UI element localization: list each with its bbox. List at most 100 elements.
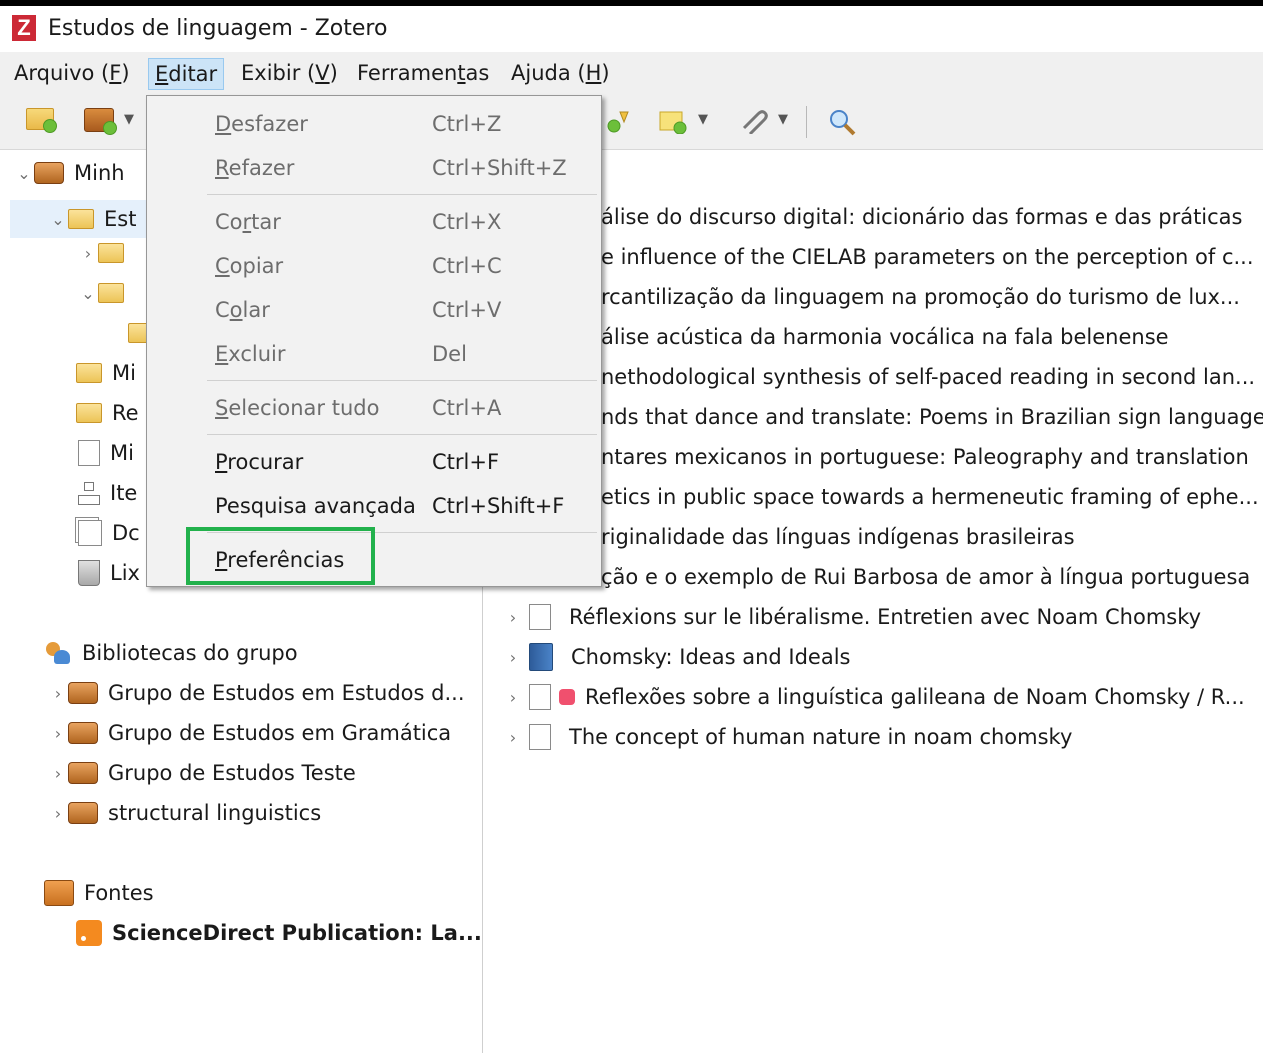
item-row[interactable]: e influence of the CIELAB parameters on … [601, 238, 1254, 276]
folder-icon [76, 403, 102, 423]
menuitem-label-end: opiar [229, 254, 284, 278]
item-row[interactable]: › Chomsky: Ideas and Ideals [503, 638, 850, 676]
tree-label: Est [104, 207, 137, 231]
tree-label: Mi [110, 441, 134, 465]
menu-ferramentas[interactable]: Ferramentas [351, 58, 495, 90]
item-row[interactable]: nethodological synthesis of self-paced r… [601, 358, 1255, 396]
menuitem-pesquisa-avancada[interactable]: Pesquisa avançada Ctrl+Shift+F [147, 486, 601, 526]
menuitem-selecionar-tudo[interactable]: Selecionar tudo Ctrl+A [147, 388, 601, 428]
menu-arquivo[interactable]: Arquivo (F) [8, 58, 136, 90]
add-by-identifier-icon[interactable] [606, 108, 636, 134]
chevron-right-icon[interactable]: › [48, 764, 68, 783]
tree-label: Fontes [84, 881, 154, 905]
tree-group[interactable]: › structural linguistics [48, 794, 321, 832]
preferences-highlight-box [186, 527, 375, 585]
chevron-right-icon[interactable]: › [503, 648, 523, 667]
tree-feed[interactable]: ScienceDirect Publication: La... [76, 914, 482, 952]
new-note-icon[interactable] [658, 108, 688, 135]
tree-item[interactable]: Ite [76, 474, 137, 512]
chevron-right-icon[interactable]: › [503, 608, 523, 627]
item-title: Réflexions sur le libéralisme. Entretien… [569, 605, 1202, 629]
library-icon [68, 762, 98, 784]
chevron-right-icon[interactable]: › [503, 728, 523, 747]
menu-label: Ferramen [357, 61, 458, 85]
menuitem-procurar[interactable]: Procurar Ctrl+F [147, 442, 601, 482]
tree-feeds-header[interactable]: Fontes [44, 874, 154, 912]
menu-accel: E [155, 62, 169, 86]
menuitem-refazer[interactable]: Refazer Ctrl+Shift+Z [147, 148, 601, 188]
item-row[interactable]: ntares mexicanos in portuguese: Paleogra… [601, 438, 1249, 476]
new-library-icon[interactable] [84, 108, 117, 135]
library-icon [68, 682, 98, 704]
document-icon [78, 440, 100, 466]
item-row[interactable]: › Reflexões sobre a linguística galilean… [503, 678, 1245, 716]
item-title: e influence of the CIELAB parameters on … [601, 245, 1254, 269]
tree-subcollection[interactable]: › [78, 234, 134, 272]
zotero-logo-icon: Z [12, 15, 36, 41]
item-row[interactable]: › Réflexions sur le libéralisme. Entreti… [503, 598, 1201, 636]
chevron-down-icon[interactable]: ⌄ [48, 210, 68, 229]
tree-label: Grupo de Estudos Teste [108, 761, 356, 785]
menuitem-accel: r [242, 210, 252, 234]
tree-item[interactable]: Mi [76, 354, 136, 392]
tree-my-library[interactable]: ⌄ Minh [14, 154, 124, 192]
tree-group[interactable]: › Grupo de Estudos em Estudos d... [48, 674, 465, 712]
attachment-dropdown-icon[interactable]: ▼ [778, 112, 788, 127]
menuitem-label: C [215, 298, 230, 322]
chevron-down-icon[interactable]: ⌄ [14, 164, 34, 183]
item-row[interactable]: ção e o exemplo de Rui Barbosa de amor à… [601, 558, 1250, 596]
item-title: Reflexões sobre a linguística galileana … [585, 685, 1245, 709]
folder-icon [98, 283, 124, 303]
item-row[interactable]: álise do discurso digital: dicionário da… [601, 198, 1243, 236]
tree-group[interactable]: › Grupo de Estudos em Gramática [48, 714, 451, 752]
folder-icon [98, 243, 124, 263]
chevron-right-icon[interactable]: › [48, 804, 68, 823]
tree-label: structural linguistics [108, 801, 322, 825]
tree-item[interactable]: Dc [78, 514, 140, 552]
document-icon [529, 684, 551, 710]
tree-label: Re [112, 401, 139, 425]
search-icon[interactable] [828, 108, 858, 136]
menuitem-desfazer[interactable]: Desfazer Ctrl+Z [147, 104, 601, 144]
tree-item[interactable]: Re [76, 394, 139, 432]
title-bar: Z Estudos de linguagem - Zotero [0, 6, 1263, 50]
attachment-icon[interactable] [738, 108, 768, 136]
item-row[interactable]: etics in public space towards a hermeneu… [601, 478, 1259, 516]
chevron-right-icon[interactable]: › [78, 244, 98, 263]
menu-editar[interactable]: Editar [148, 58, 225, 90]
chevron-right-icon[interactable]: › [503, 688, 523, 707]
menu-exibir[interactable]: Exibir (V) [235, 58, 344, 90]
tree-group[interactable]: › Grupo de Estudos Teste [48, 754, 356, 792]
menuitem-colar[interactable]: Colar Ctrl+V [147, 290, 601, 330]
tree-collection-selected[interactable]: ⌄ Est [48, 200, 136, 238]
menuitem-label-end: lar [242, 298, 270, 322]
item-row[interactable]: riginalidade das línguas indígenas brasi… [601, 518, 1075, 556]
tree-group-libraries-header[interactable]: Bibliotecas do grupo [44, 634, 298, 672]
new-collection-icon[interactable] [26, 108, 57, 134]
item-title: ntares mexicanos in portuguese: Paleogra… [601, 445, 1249, 469]
new-note-dropdown-icon[interactable]: ▼ [698, 112, 708, 127]
rss-icon [76, 920, 102, 946]
chevron-right-icon[interactable]: › [48, 684, 68, 703]
tree-label: Bibliotecas do grupo [82, 641, 298, 665]
tree-item[interactable]: Lix [78, 554, 140, 592]
tree-label: Ite [110, 481, 138, 505]
item-row[interactable]: › The concept of human nature in noam ch… [503, 718, 1072, 756]
tree-subcollection[interactable]: ⌄ [78, 274, 134, 312]
item-row[interactable]: álise acústica da harmonia vocálica na f… [601, 318, 1169, 356]
chevron-down-icon[interactable]: ⌄ [78, 284, 98, 303]
menu-ajuda[interactable]: Ajuda (H) [505, 58, 616, 90]
item-row[interactable]: nds that dance and translate: Poems in B… [601, 398, 1263, 436]
trash-icon [78, 560, 100, 586]
menuitem-copiar[interactable]: Copiar Ctrl+C [147, 246, 601, 286]
tree-label: Grupo de Estudos em Gramática [108, 721, 452, 745]
item-row[interactable]: rcantilização da linguagem na promoção d… [601, 278, 1240, 316]
menuitem-excluir[interactable]: Excluir Del [147, 334, 601, 374]
tree-label: Mi [112, 361, 136, 385]
tree-item[interactable]: Mi [78, 434, 134, 472]
menuitem-label-end: efazer [228, 156, 295, 180]
menu-separator [207, 194, 597, 195]
new-library-dropdown-icon[interactable]: ▼ [124, 112, 134, 127]
chevron-right-icon[interactable]: › [48, 724, 68, 743]
menuitem-cortar[interactable]: Cortar Ctrl+X [147, 202, 601, 242]
